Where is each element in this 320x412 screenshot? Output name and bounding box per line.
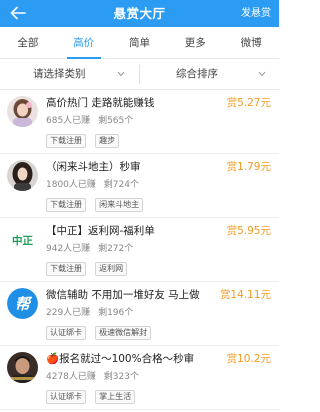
task-row[interactable]: （闲来斗地主）秒审 1800人已赚 剩724个 下载注册 闲来斗地主 赏1.79…: [0, 154, 279, 218]
remaining-count: 剩724个: [103, 180, 139, 190]
task-tag: 闲来斗地主: [95, 198, 144, 212]
task-tag: 极速微信解封: [95, 326, 152, 340]
task-tag: 下载注册: [46, 198, 86, 212]
task-title: 高价热门 走路就能赚钱: [46, 97, 155, 109]
remaining-count: 剩272个: [98, 244, 134, 254]
task-tag: 下载注册: [46, 262, 86, 276]
page-title: 悬赏大厅: [113, 6, 166, 21]
task-row[interactable]: 帮 微信辅助 不用加一堆好友 马上做 229人已赚 剩196个 认证绑卡 极速微…: [0, 282, 279, 346]
category-tabs: 全部 高价 简单 更多 微博: [0, 27, 279, 59]
task-stats: 942人已赚 剩272个: [46, 241, 133, 254]
task-row[interactable]: 高价热门 走路就能赚钱 685人已赚 剩565个 下载注册 趣步 赏5.27元: [0, 90, 279, 154]
task-title: 微信辅助 不用加一堆好友 马上做: [46, 289, 200, 301]
reward-amount: 赏5.27元: [226, 97, 271, 109]
tab-high-price[interactable]: 高价: [56, 27, 112, 59]
reward-amount: 赏1.79元: [226, 161, 271, 173]
bang-avatar: 帮: [7, 288, 38, 319]
task-row[interactable]: 🍎报名就过～100%合格～秒审 4278人已赚 剩323个 认证绑卡 掌上生活 …: [0, 346, 279, 410]
task-tags: 认证绑卡 极速微信解封: [46, 320, 155, 340]
task-tag: 返利网: [95, 262, 128, 276]
sort-dropdown[interactable]: 综合排序: [176, 59, 276, 90]
task-tags: 下载注册 趣步: [46, 128, 123, 148]
task-stats: 685人已赚 剩565个: [46, 113, 133, 126]
chevron-down-icon: [117, 71, 125, 77]
task-stats: 229人已赚 剩196个: [46, 305, 133, 318]
reward-amount: 赏10.2元: [226, 353, 271, 365]
filter-bar: 请选择类别 综合排序: [0, 59, 279, 90]
task-tag: 认证绑卡: [46, 326, 86, 340]
task-stats: 4278人已赚 剩323个: [46, 369, 139, 382]
earned-count: 942人已赚: [46, 244, 91, 254]
task-tag: 掌上生活: [95, 390, 136, 404]
task-tag: 下载注册: [46, 134, 86, 148]
task-tags: 认证绑卡 掌上生活: [46, 384, 139, 404]
tab-more[interactable]: 更多: [167, 27, 223, 59]
girl-avatar: [7, 96, 38, 127]
logo-text: 中正: [12, 234, 33, 247]
task-tag: 趣步: [95, 134, 120, 148]
earned-count: 4278人已赚: [46, 372, 96, 382]
sort-dropdown-label: 综合排序: [176, 68, 218, 80]
chevron-down-icon: [258, 71, 266, 77]
reward-amount: 赏5.95元: [226, 225, 271, 237]
task-tag: 认证绑卡: [46, 390, 86, 404]
task-row[interactable]: 中正 【中正】返利网-福利单 942人已赚 剩272个 下载注册 返利网 赏5.…: [0, 218, 279, 282]
man-avatar: [7, 352, 38, 383]
logo-avatar: 中正: [7, 224, 38, 255]
category-dropdown-label: 请选择类别: [33, 68, 86, 80]
woman-avatar: [7, 160, 38, 191]
tab-simple[interactable]: 简单: [112, 27, 168, 59]
remaining-count: 剩196个: [98, 308, 134, 318]
reward-amount: 赏14.11元: [219, 289, 271, 301]
category-dropdown[interactable]: 请选择类别: [33, 59, 133, 90]
earned-count: 685人已赚: [46, 116, 91, 126]
task-title: 【中正】返利网-福利单: [46, 225, 155, 237]
filter-divider: [139, 65, 140, 84]
post-bounty-button[interactable]: 发悬赏: [241, 0, 271, 27]
remaining-count: 剩323个: [103, 372, 139, 382]
top-bar: 悬赏大厅 发悬赏: [0, 0, 279, 27]
tab-all[interactable]: 全部: [0, 27, 56, 59]
earned-count: 1800人已赚: [46, 180, 96, 190]
tab-weibo[interactable]: 微博: [223, 27, 279, 59]
earned-count: 229人已赚: [46, 308, 91, 318]
remaining-count: 剩565个: [98, 116, 134, 126]
task-stats: 1800人已赚 剩724个: [46, 177, 139, 190]
task-tags: 下载注册 闲来斗地主: [46, 192, 147, 212]
task-title: （闲来斗地主）秒审: [46, 161, 141, 173]
task-title: 🍎报名就过～100%合格～秒审: [46, 353, 195, 365]
task-tags: 下载注册 返利网: [46, 256, 131, 276]
